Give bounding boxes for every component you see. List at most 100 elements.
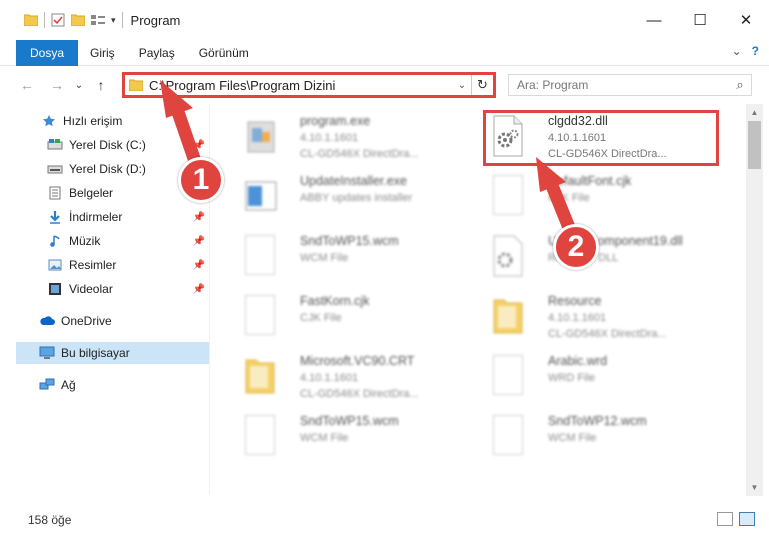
sidebar-item-disk-c[interactable]: Yerel Disk (C:) 📌 (46, 134, 209, 156)
sidebar-item-videos[interactable]: Videolar 📌 (46, 278, 209, 300)
file-name: clgdd32.dll (548, 114, 608, 128)
file-description: CL-GD546X DirectDra... (548, 328, 667, 340)
sidebar-item-label: Hızlı erişim (63, 114, 123, 128)
quick-access-toolbar: ▾ (0, 12, 123, 28)
close-button[interactable]: ✕ (723, 0, 769, 40)
folder-icon (493, 299, 523, 334)
scroll-thumb[interactable] (748, 121, 761, 169)
new-folder-icon[interactable] (71, 14, 85, 26)
file-item-sndtowp15[interactable]: SndToWP15.wcm WCM File (230, 228, 468, 288)
pin-icon[interactable]: 📌 (193, 284, 205, 295)
star-icon (40, 114, 58, 128)
file-item-resource-folder[interactable]: Resource 4.10.1.1601 CL-GD546X DirectDra… (478, 288, 716, 348)
file-name: program.exe (300, 114, 371, 128)
tiles-view-icon[interactable] (739, 512, 755, 526)
dll-gear-icon (493, 235, 523, 277)
step-badge-1: 1 (178, 157, 224, 203)
folder-icon (129, 79, 143, 91)
network-icon (38, 378, 56, 392)
file-item-sndtowp15-2[interactable]: SndToWP15.wcm WCM File (230, 408, 468, 468)
navigation-bar: ← → ⌄ ↑ C:\Program Files\Program Dizini … (0, 66, 769, 104)
installer-icon (245, 181, 277, 211)
ribbon-expand-icon[interactable]: ⌄ (732, 44, 742, 58)
tab-dosya[interactable]: Dosya (16, 39, 79, 66)
sidebar-item-label: İndirmeler (69, 210, 123, 224)
refresh-button[interactable]: ↻ (471, 75, 493, 95)
file-description: WRD File (548, 372, 596, 384)
details-view-icon[interactable] (717, 512, 733, 526)
scroll-up-icon[interactable]: ▲ (746, 104, 763, 121)
download-icon (46, 210, 64, 224)
sidebar-item-downloads[interactable]: İndirmeler 📌 (46, 206, 209, 228)
file-description: WCM File (548, 432, 597, 444)
sidebar-item-onedrive[interactable]: OneDrive (38, 310, 209, 332)
up-button[interactable]: ↑ (90, 77, 112, 93)
file-item-vc90-crt[interactable]: Microsoft.VC90.CRT 4.10.1.1601 CL-GD546X… (230, 348, 468, 408)
drive-icon (46, 139, 64, 151)
file-item-updateinstaller[interactable]: UpdateInstaller.exe ABBY updates install… (230, 168, 468, 228)
file-item-arabic-wrd[interactable]: Arabic.wrd WRD File (478, 348, 716, 408)
pin-icon[interactable]: 📌 (193, 140, 205, 151)
tab-paylas[interactable]: Paylaş (127, 40, 187, 66)
file-description: WCM File (300, 432, 349, 444)
file-icon (240, 292, 280, 340)
file-name: UpdateInstaller.exe (300, 174, 408, 188)
divider (121, 12, 123, 28)
folder-icon[interactable] (24, 14, 38, 26)
forward-button[interactable]: → (46, 77, 68, 93)
file-name: Resource (548, 294, 602, 308)
file-item-fastkorn[interactable]: FastKorn.cjk CJK File (230, 288, 468, 348)
file-name: SndToWP15.wcm (300, 414, 399, 428)
file-list-pane: program.exe 4.10.1.1601 CL-GD546X Direct… (212, 104, 744, 496)
file-item-program-exe[interactable]: program.exe 4.10.1.1601 CL-GD546X Direct… (230, 108, 468, 168)
address-dropdown-icon[interactable]: ⌄ (453, 80, 471, 91)
search-box[interactable]: Ara: Program ⌕ (508, 74, 752, 96)
sidebar-item-pictures[interactable]: Resimler 📌 (46, 254, 209, 276)
file-version: 4.10.1.1601 (300, 132, 359, 144)
search-icon[interactable]: ⌕ (729, 77, 751, 93)
sidebar-item-network[interactable]: Ağ (38, 374, 209, 396)
sidebar-item-label: Müzik (69, 234, 101, 248)
properties-check-icon[interactable] (51, 13, 65, 27)
maximize-button[interactable]: ☐ (677, 0, 723, 40)
pin-icon[interactable]: 📌 (193, 212, 205, 223)
file-name: SndToWP12.wcm (548, 414, 647, 428)
navigation-pane: Hızlı erişim Yerel Disk (C:) 📌 Yerel Dis… (0, 104, 210, 494)
divider (44, 12, 45, 28)
sidebar-item-label: OneDrive (61, 314, 112, 328)
folder-icon (245, 359, 275, 394)
address-bar[interactable]: C:\Program Files\Program Dizini ⌄ ↻ (122, 72, 496, 98)
file-item-defaultfont[interactable]: DefaultFont.cjk CJK File (478, 168, 716, 228)
sidebar-item-label: Ağ (61, 378, 76, 392)
toolbar-dropdown-icon[interactable]: ▾ (111, 15, 116, 26)
file-item-sndtowp12[interactable]: SndToWP12.wcm WCM File (478, 408, 716, 468)
view-menu-icon[interactable] (91, 14, 105, 26)
cloud-icon (38, 316, 56, 326)
back-button[interactable]: ← (16, 77, 38, 93)
pin-icon[interactable]: 📌 (193, 236, 205, 247)
ribbon-right-controls: ⌄ ? (732, 44, 759, 58)
pin-icon[interactable]: 📌 (193, 260, 205, 271)
file-version: 4.10.1.1601 (548, 312, 607, 324)
address-path[interactable]: C:\Program Files\Program Dizini (149, 78, 453, 93)
minimize-button[interactable]: — (631, 0, 677, 40)
scroll-down-icon[interactable]: ▼ (746, 479, 763, 496)
dll-gear-icon (493, 115, 523, 157)
file-item-clgdd32-dll[interactable]: clgdd32.dll 4.10.1.1601 CL-GD546X Direct… (478, 108, 716, 168)
file-name: Microsoft.VC90.CRT (300, 354, 415, 368)
search-input[interactable]: Ara: Program (509, 78, 729, 92)
tab-giris[interactable]: Giriş (78, 40, 127, 66)
item-count: 158 öğe (28, 513, 72, 527)
help-icon[interactable]: ? (752, 44, 759, 58)
file-name: SndToWP15.wcm (300, 234, 399, 248)
vertical-scrollbar[interactable]: ▲ ▼ (746, 104, 763, 496)
video-icon (46, 282, 64, 296)
view-toggle (717, 512, 755, 526)
sidebar-item-music[interactable]: Müzik 📌 (46, 230, 209, 252)
tab-gorunum[interactable]: Görünüm (187, 40, 261, 66)
sidebar-item-quick-access[interactable]: Hızlı erişim (40, 110, 209, 132)
recent-locations-button[interactable]: ⌄ (68, 80, 90, 91)
window-title: Program (130, 12, 181, 28)
file-description: CL-GD546X DirectDra... (548, 148, 667, 160)
sidebar-item-this-pc[interactable]: Bu bilgisayar (16, 342, 209, 364)
